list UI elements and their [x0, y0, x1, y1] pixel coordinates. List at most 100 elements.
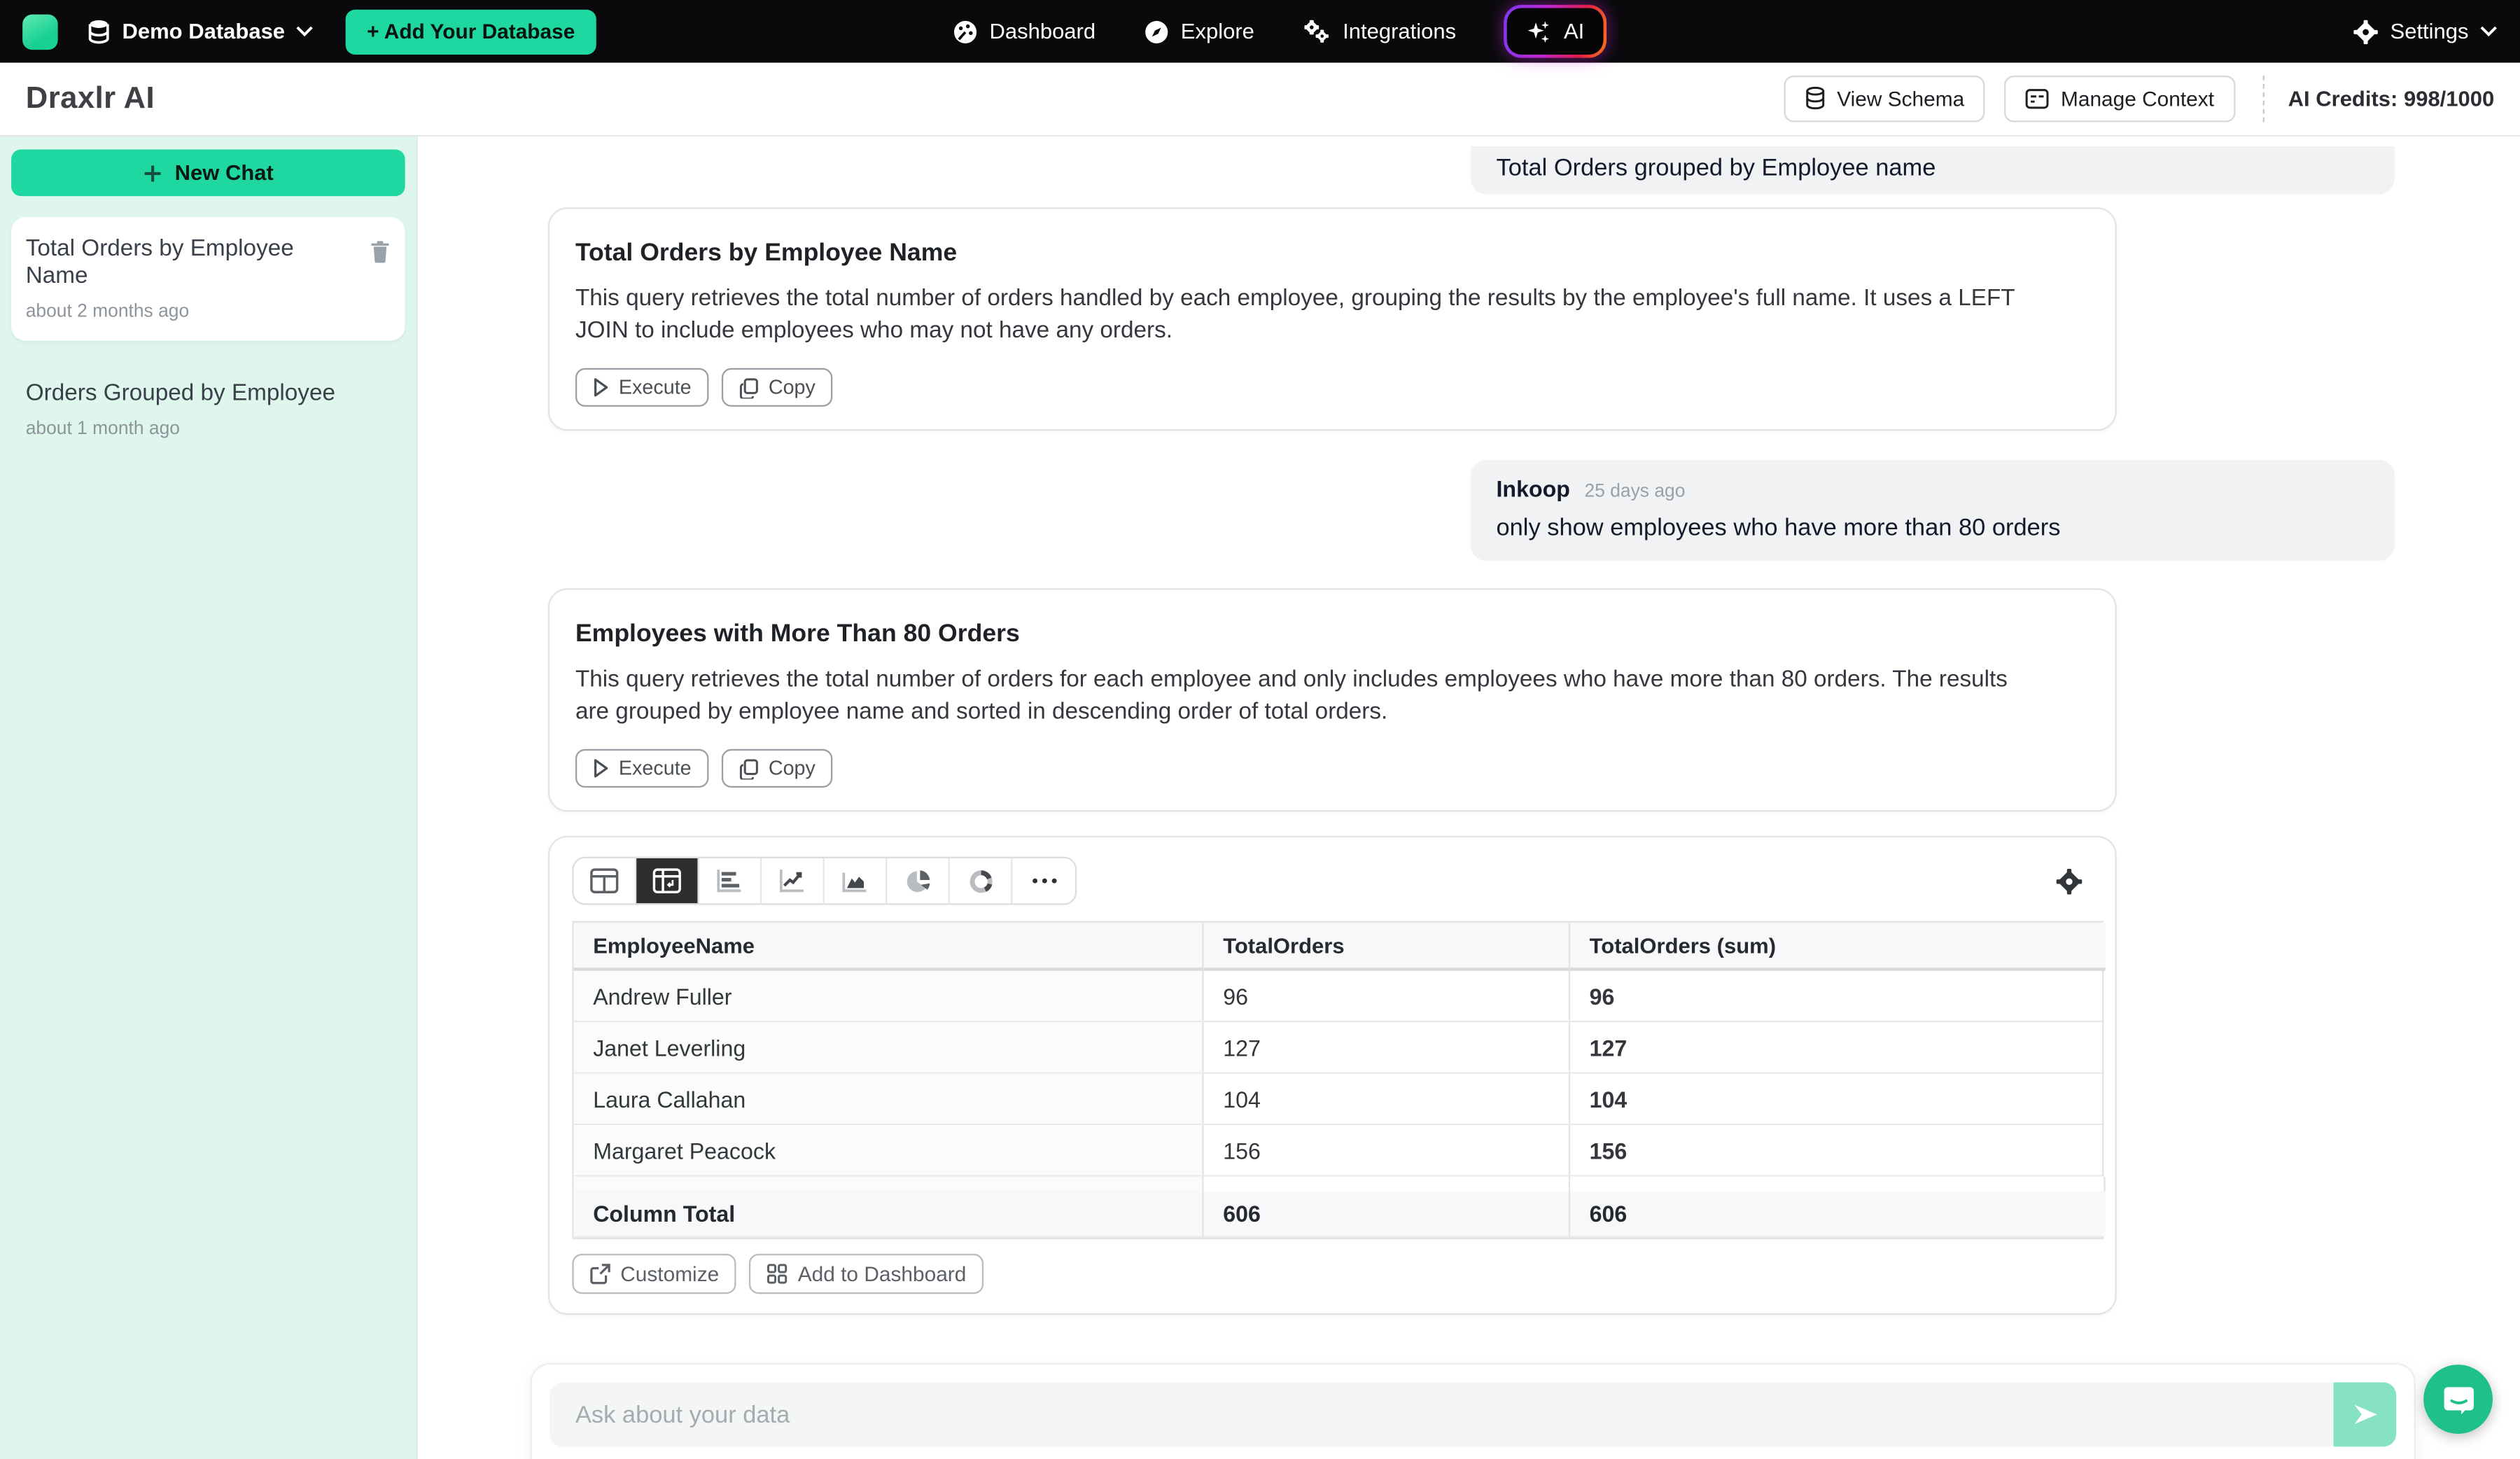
page-title: Draxlr AI	[26, 81, 155, 117]
settings-label: Settings	[2390, 20, 2469, 43]
column-header[interactable]: TotalOrders (sum)	[1570, 923, 2106, 971]
nav-label: Integrations	[1343, 20, 1456, 43]
cell-total-orders-sum: 127	[1570, 1022, 2106, 1072]
total-orders-sum-value: 606	[1570, 1191, 2106, 1236]
ai-sparkles-icon	[1527, 18, 1553, 44]
table-row: Andrew Fuller 96 96	[574, 971, 2102, 1022]
bar-chart-icon[interactable]	[699, 858, 762, 903]
execute-label: Execute	[619, 376, 692, 398]
gears-icon	[1303, 18, 1331, 44]
cell-total-orders-sum: 156	[1570, 1125, 2106, 1175]
pie-chart-icon[interactable]	[887, 858, 950, 903]
nav-item-integrations[interactable]: Integrations	[1303, 18, 1456, 44]
cell-employee-name: Laura Callahan	[574, 1074, 1204, 1124]
user-name: Inkoop	[1497, 476, 1570, 502]
query-title: Employees with More Than 80 Orders	[575, 620, 2090, 649]
dashboard-icon	[953, 18, 979, 44]
result-settings-gear-icon[interactable]	[2055, 867, 2082, 895]
copy-label: Copy	[769, 757, 816, 779]
ai-response-card: Employees with More Than 80 Orders This …	[548, 588, 2117, 811]
cell-total-orders-sum: 96	[1570, 971, 2106, 1021]
context-card-icon	[2025, 88, 2049, 109]
customize-button[interactable]: Customize	[572, 1254, 736, 1294]
column-header[interactable]: EmployeeName	[574, 923, 1204, 971]
send-arrow-icon	[2351, 1402, 2379, 1427]
user-message-text: only show employees who have more than 8…	[1497, 515, 2370, 542]
chat-bubble-icon	[2440, 1381, 2476, 1417]
query-result-card: EmployeeName TotalOrders TotalOrders (su…	[548, 836, 2117, 1315]
send-button[interactable]	[2334, 1382, 2397, 1446]
play-icon	[593, 759, 609, 779]
database-switcher[interactable]: Demo Database	[87, 18, 314, 44]
customize-label: Customize	[620, 1262, 719, 1285]
user-message: Total Orders grouped by Employee name	[1471, 146, 2395, 195]
divider	[2262, 76, 2264, 123]
execute-button[interactable]: Execute	[575, 368, 709, 407]
area-chart-icon[interactable]	[825, 858, 888, 903]
line-chart-icon[interactable]	[762, 858, 825, 903]
view-schema-label: View Schema	[1837, 87, 1964, 111]
chat-main-area: Total Orders grouped by Employee name To…	[418, 137, 2520, 1459]
total-label: Column Total	[574, 1191, 1204, 1236]
page-header: Draxlr AI View Schema Manage Context AI …	[0, 63, 2520, 137]
cell-total-orders: 156	[1204, 1125, 1570, 1175]
nav-item-ai-active[interactable]: AI	[1504, 5, 1606, 58]
user-message-text: Total Orders grouped by Employee name	[1497, 154, 2370, 181]
cell-employee-name: Andrew Fuller	[574, 971, 1204, 1021]
ai-response-card: Total Orders by Employee Name This query…	[548, 207, 2117, 431]
manage-context-label: Manage Context	[2061, 87, 2214, 111]
table-total-row: Column Total 606 606	[574, 1191, 2102, 1238]
table-row: Laura Callahan 104 104	[574, 1074, 2102, 1125]
draxlr-logo[interactable]	[22, 14, 58, 50]
pivot-table-icon-selected[interactable]	[636, 858, 699, 903]
donut-chart-icon[interactable]	[950, 858, 1013, 903]
table-icon[interactable]	[574, 858, 637, 903]
table-spacer-row	[574, 1177, 2102, 1192]
add-to-dashboard-button[interactable]: Add to Dashboard	[750, 1254, 984, 1294]
add-database-label: + Add Your Database	[367, 20, 575, 43]
primary-nav: Dashboard Explore Integrations	[953, 0, 1607, 63]
cell-total-orders: 127	[1204, 1022, 1570, 1072]
cell-total-orders: 96	[1204, 971, 1570, 1021]
execute-button[interactable]: Execute	[575, 749, 709, 788]
copy-label: Copy	[769, 376, 816, 398]
nav-label: Explore	[1181, 20, 1254, 43]
database-name: Demo Database	[122, 20, 285, 43]
delete-chat-icon[interactable]	[370, 239, 391, 263]
plus-icon	[143, 163, 162, 183]
play-icon	[593, 378, 609, 398]
external-link-icon	[590, 1264, 611, 1285]
gear-icon	[2353, 18, 2379, 44]
cell-employee-name: Janet Leverling	[574, 1022, 1204, 1072]
more-options-icon[interactable]	[1012, 858, 1075, 903]
nav-item-dashboard[interactable]: Dashboard	[953, 18, 1096, 44]
copy-button[interactable]: Copy	[722, 368, 833, 407]
add-to-dashboard-label: Add to Dashboard	[798, 1262, 967, 1285]
chat-title: Total Orders by Employee Name	[26, 237, 391, 291]
chat-support-launcher[interactable]	[2423, 1364, 2493, 1434]
query-description: This query retrieves the total number of…	[575, 283, 2090, 347]
settings-menu[interactable]: Settings	[2353, 18, 2498, 44]
new-chat-button[interactable]: New Chat	[11, 150, 405, 197]
view-schema-button[interactable]: View Schema	[1784, 76, 1986, 123]
app-window: Demo Database + Add Your Database Dashbo…	[0, 0, 2520, 1459]
ask-input[interactable]	[550, 1382, 2333, 1446]
ai-credits: AI Credits: 998/1000	[2288, 87, 2495, 111]
chat-timestamp: about 2 months ago	[26, 302, 391, 322]
table-row: Margaret Peacock 156 156	[574, 1125, 2102, 1176]
chat-composer: Auto execute Show SQL Query	[531, 1363, 2416, 1459]
chat-title: Orders Grouped by Employee	[26, 381, 391, 408]
visualization-switcher	[572, 857, 1077, 905]
copy-icon	[740, 758, 760, 779]
chat-history-item-selected[interactable]: Total Orders by Employee Name about 2 mo…	[11, 217, 405, 341]
column-header[interactable]: TotalOrders	[1204, 923, 1570, 971]
copy-button[interactable]: Copy	[722, 749, 833, 788]
execute-label: Execute	[619, 757, 692, 779]
chat-history-item[interactable]: Orders Grouped by Employee about 1 month…	[11, 362, 405, 459]
cell-total-orders-sum: 104	[1570, 1074, 2106, 1124]
nav-item-explore[interactable]: Explore	[1144, 18, 1254, 44]
add-your-database-button[interactable]: + Add Your Database	[346, 9, 596, 54]
copy-icon	[740, 377, 760, 398]
manage-context-button[interactable]: Manage Context	[2005, 76, 2235, 123]
top-navigation-bar: Demo Database + Add Your Database Dashbo…	[0, 0, 2520, 63]
